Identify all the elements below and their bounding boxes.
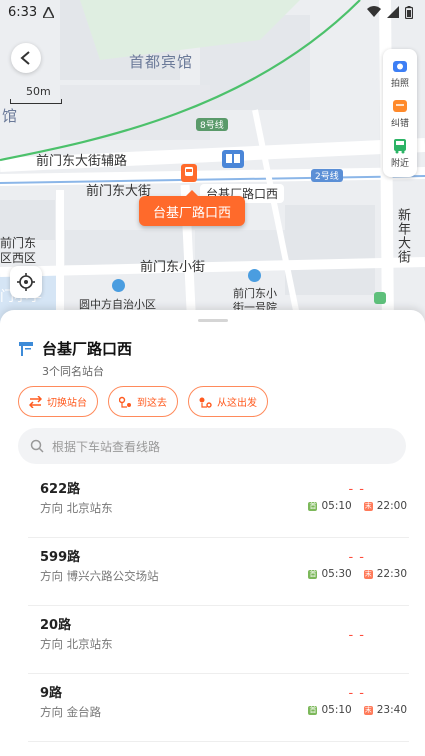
map-label-road-aux: 前门东大街辅路 xyxy=(36,154,128,169)
wifi-icon xyxy=(367,6,381,17)
action-label: 从这出发 xyxy=(217,398,257,409)
last-bus-tag: 末 xyxy=(363,569,373,579)
bus-stop-sign-icon xyxy=(19,341,33,356)
route-to-icon xyxy=(119,396,131,408)
tool-label: 纠错 xyxy=(390,118,409,129)
map-label-line8: 8号线 xyxy=(196,118,228,131)
map-label-xinnian: 新年大街 xyxy=(395,208,410,264)
map-label-hotel: 首都宾馆 xyxy=(129,53,194,71)
route-name: 9路 xyxy=(40,686,63,701)
stop-detail-sheet: 台基厂路口西 3个同名站台 切换站台 到这去 从这出发 根据下车站查看线路 62… xyxy=(0,310,425,756)
destination-search-input[interactable]: 根据下车站查看线路 xyxy=(18,428,406,464)
route-name: 599路 xyxy=(40,550,81,565)
switch-icon xyxy=(29,395,42,408)
last-bus-time: 22:00 xyxy=(376,500,407,512)
route-list: 622路 方向 北京站东 - - 首 05:10 末 22:00 599路 方向… xyxy=(0,470,425,742)
last-bus-time: 23:40 xyxy=(376,704,407,716)
action-label: 到这去 xyxy=(137,398,167,409)
first-bus-tag: 首 xyxy=(308,569,318,579)
scale-label: 50m xyxy=(26,85,51,98)
status-bar: 6:33 xyxy=(0,0,425,24)
sheet-grabber[interactable] xyxy=(198,319,228,322)
first-bus-tag: 首 xyxy=(308,705,318,715)
station-callout[interactable]: 台基厂路口西 xyxy=(139,190,246,226)
stop-title: 台基厂路口西 xyxy=(42,340,133,358)
route-arrival-placeholder: - - xyxy=(348,686,365,701)
app-notification-icon xyxy=(43,6,55,18)
map-label-district: 前门东 区西区 xyxy=(0,236,37,265)
route-arrival-placeholder: - - xyxy=(348,628,365,643)
poi-marker-icon[interactable] xyxy=(112,279,125,292)
route-arrival-placeholder: - - xyxy=(348,482,365,497)
first-bus-time: 05:30 xyxy=(321,568,352,580)
route-row[interactable]: 622路 方向 北京站东 - - 首 05:10 末 22:00 xyxy=(28,470,409,538)
nearby-bus-icon xyxy=(394,138,406,153)
poi-marker-icon[interactable] xyxy=(374,292,386,304)
go-here-button[interactable]: 到这去 xyxy=(108,386,178,417)
route-name: 622路 xyxy=(40,482,81,497)
status-time: 6:33 xyxy=(8,4,38,20)
last-bus-tag: 末 xyxy=(363,705,373,715)
bus-stop-marker-icon[interactable] xyxy=(181,164,197,182)
tool-label: 附近 xyxy=(390,158,409,169)
map-label-line2: 2号线 xyxy=(311,169,343,182)
route-row[interactable]: 599路 方向 博兴六路公交场站 - - 首 05:30 末 22:30 xyxy=(28,538,409,606)
subway-station-icon[interactable] xyxy=(222,150,244,168)
tool-label: 拍照 xyxy=(390,78,409,89)
tool-camera[interactable]: 拍照 xyxy=(383,53,417,93)
signal-icon xyxy=(387,6,399,18)
route-direction: 方向 北京站东 xyxy=(40,501,113,515)
route-direction: 方向 博兴六路公交场站 xyxy=(40,569,159,583)
map-scale: 50m xyxy=(10,85,62,104)
map-label-road-small: 前门东小街 xyxy=(140,260,206,275)
back-button[interactable] xyxy=(11,43,41,73)
poi-marker-icon[interactable] xyxy=(248,269,261,282)
first-bus-time: 05:10 xyxy=(321,500,352,512)
route-row[interactable]: 9路 方向 金台路 - - 首 05:10 末 23:40 xyxy=(28,674,409,742)
locate-icon xyxy=(17,273,35,291)
correction-icon xyxy=(393,99,407,112)
last-bus-time: 22:30 xyxy=(376,568,407,580)
tool-nearby[interactable]: 附近 xyxy=(383,133,417,173)
last-bus-tag: 末 xyxy=(363,501,373,511)
first-bus-time: 05:10 xyxy=(321,704,352,716)
route-direction: 方向 北京站东 xyxy=(40,637,113,651)
same-name-count[interactable]: 3个同名站台 xyxy=(42,363,104,379)
map-label-hotel-partial: 馆 xyxy=(2,107,19,125)
search-placeholder: 根据下车站查看线路 xyxy=(52,439,161,454)
route-times: 首 05:30 末 22:30 xyxy=(308,568,407,580)
route-row[interactable]: 20路 方向 北京站东 - - xyxy=(28,606,409,674)
switch-platform-button[interactable]: 切换站台 xyxy=(18,386,98,417)
camera-icon xyxy=(393,60,407,72)
chevron-left-icon xyxy=(20,51,30,65)
search-icon xyxy=(30,439,44,453)
stop-actions: 切换站台 到这去 从这出发 xyxy=(18,386,268,417)
locate-button[interactable] xyxy=(10,266,42,298)
route-arrival-placeholder: - - xyxy=(348,550,365,565)
route-direction: 方向 金台路 xyxy=(40,705,102,719)
route-name: 20路 xyxy=(40,618,72,633)
first-bus-tag: 首 xyxy=(308,501,318,511)
start-from-here-button[interactable]: 从这出发 xyxy=(188,386,268,417)
scale-bar xyxy=(10,99,62,104)
route-times: 首 05:10 末 22:00 xyxy=(308,500,407,512)
action-label: 切换站台 xyxy=(47,398,87,409)
map-side-toolbar: 拍照 纠错 附近 xyxy=(383,49,417,177)
tool-correction[interactable]: 纠错 xyxy=(383,93,417,133)
route-times: 首 05:10 末 23:40 xyxy=(308,704,407,716)
battery-icon xyxy=(405,5,413,19)
map-view[interactable]: 首都宾馆 馆 前门东大街辅路 前门东大街 前门东小街 前门东 区西区 圆中方自治… xyxy=(0,0,425,330)
bus-stop-screen: 首都宾馆 馆 前门东大街辅路 前门东大街 前门东小街 前门东 区西区 圆中方自治… xyxy=(0,0,425,756)
stop-header: 台基厂路口西 xyxy=(18,338,132,359)
route-from-icon xyxy=(199,397,212,408)
